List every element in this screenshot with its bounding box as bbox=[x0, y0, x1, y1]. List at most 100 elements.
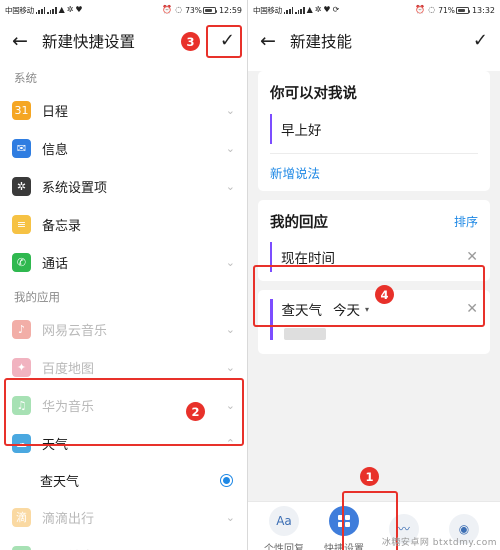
radio-selected-icon[interactable] bbox=[220, 473, 233, 487]
tab-label: 个性回复 bbox=[264, 544, 304, 550]
list-item-label: 网易云音乐 bbox=[42, 323, 108, 339]
health-icon: ❤ bbox=[12, 545, 31, 550]
left-status-bar: 中国移动 ▲ ✲ ♥ ⏰ ◌ 73% 12:59 bbox=[0, 0, 247, 20]
status-left-group: 中国移动 ▲ ✲ ♥ ⟳ bbox=[253, 5, 413, 16]
left-phone-screen: 中国移动 ▲ ✲ ♥ ⏰ ◌ 73% 12:59 ← 新建快捷设置 ✓ 系统 3… bbox=[0, 0, 248, 550]
heart-icon: ♥ bbox=[323, 5, 331, 14]
check-icon[interactable]: ✓ bbox=[473, 32, 488, 50]
chevron-down-icon: ⌄ bbox=[225, 322, 235, 336]
status-clock: 12:59 bbox=[218, 5, 242, 15]
close-icon[interactable]: ✕ bbox=[460, 301, 478, 317]
chevron-down-icon: ⌄ bbox=[225, 255, 235, 269]
list-item-calendar[interactable]: 31 日程 ⌄ bbox=[0, 91, 247, 129]
list-item-weather[interactable]: ☁ 天气 ⌃ bbox=[0, 424, 247, 462]
close-icon[interactable]: ✕ bbox=[460, 249, 478, 265]
battery-indicator: 73% bbox=[185, 6, 218, 15]
list-item-netease-music[interactable]: ♪ 网易云音乐 ⌄ bbox=[0, 310, 247, 348]
chevron-down-icon[interactable]: ▾ bbox=[365, 305, 369, 314]
didi-icon: 滴 bbox=[12, 507, 31, 527]
settings-icon: ✲ bbox=[12, 176, 31, 196]
status-right-group: ⏰ ◌ 73% 12:59 bbox=[162, 6, 242, 15]
right-phone-screen: 中国移动 ▲ ✲ ♥ ⟳ ⏰ ◌ 71% 13:32 ← 新建技能 ✓ 你可以对… bbox=[248, 0, 500, 550]
sort-button[interactable]: 排序 bbox=[454, 213, 478, 230]
battery-percent: 71% bbox=[438, 5, 455, 15]
tab-label: 快捷设置 bbox=[324, 544, 364, 550]
signal-bars-2-icon bbox=[47, 6, 57, 14]
alarm-icon: ⏰ bbox=[415, 5, 426, 14]
list-item-system-settings[interactable]: ✲ 系统设置项 ⌄ bbox=[0, 167, 247, 205]
list-item-label: 百度地图 bbox=[42, 361, 95, 377]
weather-action-card: 查天气 今天 ▾ ✕ bbox=[258, 290, 490, 354]
chevron-down-icon: ⌄ bbox=[225, 510, 235, 524]
chevron-down-icon: ⌄ bbox=[225, 179, 235, 193]
carrier-label: 中国移动 bbox=[5, 5, 34, 15]
annotation-number-4: 4 bbox=[375, 285, 394, 304]
heart-icon: ♥ bbox=[75, 5, 83, 14]
phone-icon: ✆ bbox=[12, 252, 31, 272]
card-header: 我的回应 排序 bbox=[270, 211, 478, 232]
tab-personal-reply[interactable]: Aa 个性回复 bbox=[254, 506, 314, 550]
accent-bar bbox=[270, 299, 273, 340]
chevron-down-icon: ⌄ bbox=[225, 398, 235, 412]
weather-icon: ☁ bbox=[12, 433, 31, 453]
my-response-card: 我的回应 排序 现在时间 ✕ bbox=[258, 200, 490, 281]
annotation-number-2: 2 bbox=[186, 402, 205, 421]
list-item-label: 备忘录 bbox=[42, 218, 82, 234]
grid-apps-icon bbox=[329, 506, 359, 536]
notes-icon: ≡ bbox=[12, 214, 31, 234]
list-item-notes[interactable]: ≡ 备忘录 bbox=[0, 205, 247, 243]
screenshot-root: 中国移动 ▲ ✲ ♥ ⏰ ◌ 73% 12:59 ← 新建快捷设置 ✓ 系统 3… bbox=[0, 0, 500, 550]
signal-bars-icon bbox=[283, 6, 294, 14]
status-right-group: ⏰ ◌ 71% 13:32 bbox=[415, 6, 495, 15]
list-item-health[interactable]: ❤ 运动健康 ⌄ bbox=[0, 536, 247, 550]
mute-icon: ◌ bbox=[175, 5, 183, 14]
card-title: 我的回应 bbox=[270, 215, 328, 231]
list-item-label: 信息 bbox=[42, 142, 69, 158]
list-item-label: 系统设置项 bbox=[42, 180, 108, 196]
list-item-didi[interactable]: 滴 滴滴出行 ⌄ bbox=[0, 498, 247, 536]
add-phrase-link[interactable]: 新增说法 bbox=[270, 154, 478, 182]
list-item-label: 天气 bbox=[42, 437, 69, 453]
status-clock: 13:32 bbox=[471, 5, 495, 15]
check-icon[interactable]: ✓ bbox=[220, 32, 235, 50]
battery-icon bbox=[202, 6, 218, 14]
bluetooth-icon: ✲ bbox=[314, 5, 322, 14]
left-app-bar: ← 新建快捷设置 ✓ bbox=[0, 20, 247, 62]
annotation-number-3: 3 bbox=[181, 32, 200, 51]
battery-icon bbox=[455, 6, 471, 14]
battery-indicator: 71% bbox=[438, 5, 471, 15]
chevron-down-icon: ⌄ bbox=[225, 141, 235, 155]
font-aa-icon: Aa bbox=[269, 506, 299, 536]
arrow-left-icon[interactable]: ← bbox=[12, 31, 30, 51]
chevron-down-icon: ⌄ bbox=[225, 103, 235, 117]
chevron-up-icon: ⌃ bbox=[225, 436, 235, 450]
carrier-label: 中国移动 bbox=[253, 5, 282, 15]
right-app-bar: ← 新建技能 ✓ bbox=[248, 20, 500, 62]
list-item-huawei-music[interactable]: ♫ 华为音乐 ⌄ bbox=[0, 386, 247, 424]
list-item-baidu-map[interactable]: ✦ 百度地图 ⌄ bbox=[0, 348, 247, 386]
wifi-icon: ▲ bbox=[58, 5, 65, 14]
phrase-item[interactable]: 早上好 bbox=[270, 114, 478, 144]
right-content-area: 你可以对我说 早上好 新增说法 我的回应 排序 现在时间 ✕ 查天气 今天 ▾ … bbox=[248, 71, 500, 550]
response-item-current-time[interactable]: 现在时间 ✕ bbox=[270, 242, 478, 272]
message-icon: ✉ bbox=[12, 138, 31, 158]
alarm-icon: ⏰ bbox=[162, 5, 173, 14]
sync-icon: ⟳ bbox=[332, 5, 340, 14]
sub-item-label: 查天气 bbox=[40, 474, 80, 490]
arrow-left-icon[interactable]: ← bbox=[260, 31, 278, 51]
sub-item-check-weather[interactable]: 查天气 bbox=[0, 462, 247, 498]
card-title: 你可以对我说 bbox=[270, 86, 357, 102]
tab-quick-settings[interactable]: 快捷设置 bbox=[314, 506, 374, 550]
action-param-label[interactable]: 今天 bbox=[333, 299, 360, 319]
section-label-my-apps: 我的应用 bbox=[14, 290, 60, 304]
huawei-music-icon: ♫ bbox=[12, 395, 31, 415]
say-to-me-card: 你可以对我说 早上好 新增说法 bbox=[258, 71, 490, 191]
list-item-label: 通话 bbox=[42, 256, 69, 272]
watermark-text: 冰糖安卓网 btxtdmy.com bbox=[381, 538, 497, 548]
list-item-message[interactable]: ✉ 信息 ⌄ bbox=[0, 129, 247, 167]
bluetooth-icon: ✲ bbox=[66, 5, 74, 14]
netease-music-icon: ♪ bbox=[12, 319, 31, 339]
list-item-call[interactable]: ✆ 通话 ⌄ bbox=[0, 243, 247, 281]
list-item-label: 滴滴出行 bbox=[42, 511, 95, 527]
action-label: 查天气 bbox=[281, 303, 323, 319]
